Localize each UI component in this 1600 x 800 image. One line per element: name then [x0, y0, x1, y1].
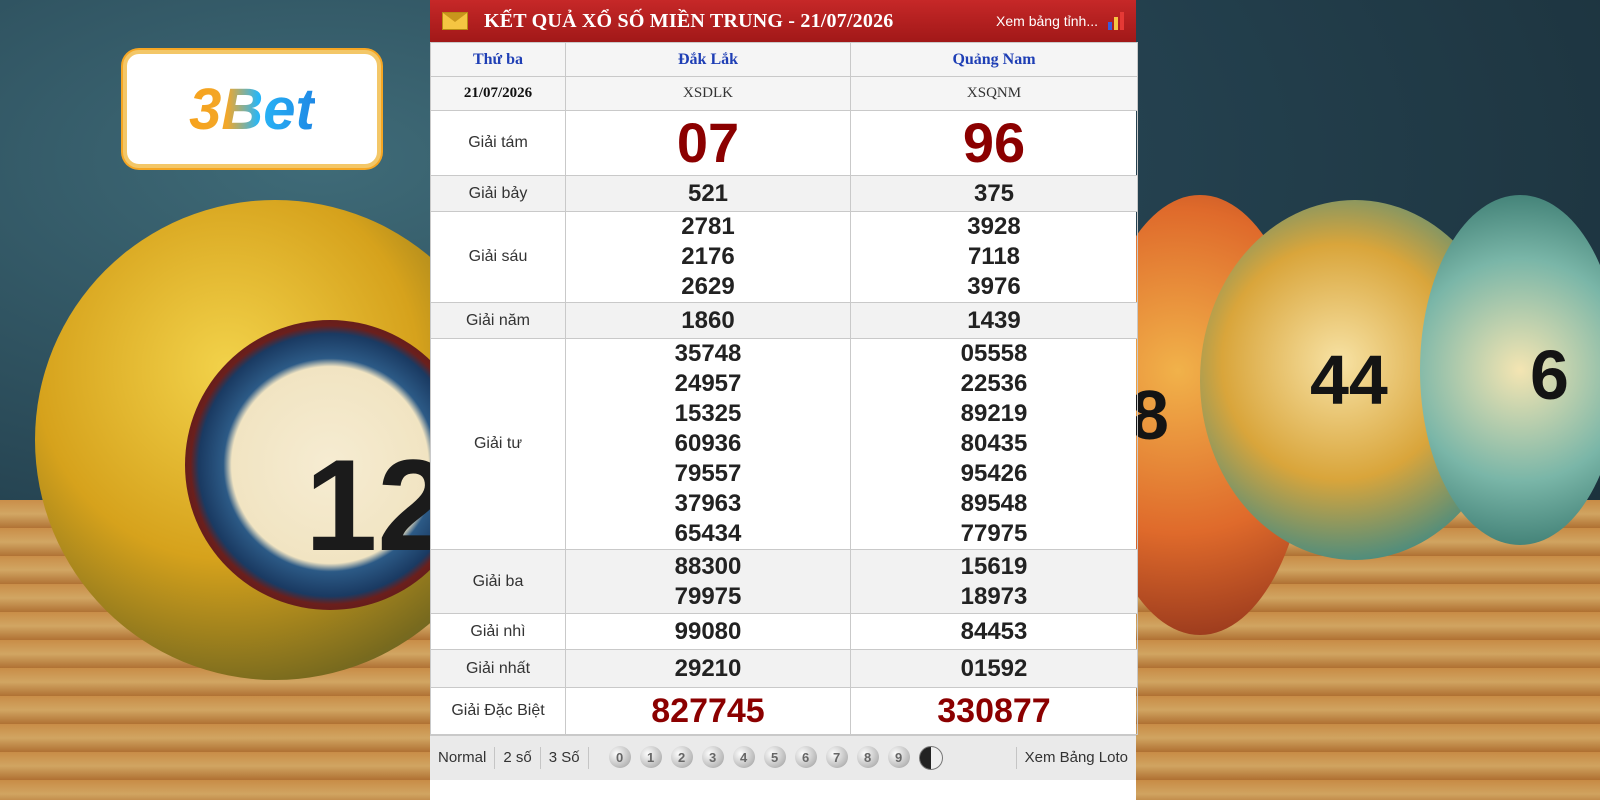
prize-values-cell: 88300 79975	[565, 549, 851, 614]
digit-filter: 0 1 2 3 4 5 6 7 8 9	[608, 746, 943, 770]
prize-value: 89219	[960, 400, 1028, 427]
prize-value: 05558	[960, 340, 1028, 367]
ball-number: 12	[305, 432, 450, 578]
digit-button-4[interactable]: 4	[732, 746, 755, 768]
prize-value: 22536	[960, 370, 1028, 397]
results-footer: Normal 2 số 3 Số 0 1 2 3 4 5 6 7 8 9 Xem…	[430, 735, 1136, 780]
digit-button-5[interactable]: 5	[763, 746, 786, 768]
prize-value: 1860	[565, 302, 851, 339]
prize-value: 96	[850, 110, 1138, 176]
mode-3-digits[interactable]: 3 Số	[541, 747, 589, 769]
digit-button-8[interactable]: 8	[856, 746, 879, 768]
digit-button-1[interactable]: 1	[639, 746, 662, 768]
results-title: KẾT QUẢ XỔ SỐ MIỀN TRUNG - 21/07/2026	[484, 9, 894, 32]
prize-value: 2629	[681, 273, 735, 300]
prize-value: 80435	[960, 430, 1028, 457]
ball-number: 44	[1310, 341, 1388, 419]
prize-value: 15325	[674, 400, 742, 427]
prize-value: 79975	[674, 582, 742, 610]
prize-value: 84453	[850, 613, 1138, 650]
date-cell: 21/07/2026	[430, 76, 566, 111]
prize-value: 95426	[960, 460, 1028, 487]
prize-value: 521	[565, 175, 851, 212]
prize-value: 3976	[967, 273, 1021, 300]
prize-values-cell: 3928 7118 3976	[850, 211, 1138, 303]
prize-value: 77975	[960, 520, 1028, 547]
digit-button-0[interactable]: 0	[608, 746, 631, 768]
envelope-icon	[442, 12, 468, 30]
prize-value: 60936	[674, 430, 742, 457]
yin-yang-icon[interactable]	[918, 746, 943, 770]
prize-value: 29210	[565, 649, 851, 688]
prize-value: 89548	[960, 490, 1028, 517]
prize-value: 01592	[850, 649, 1138, 688]
prize-value: 79557	[674, 460, 742, 487]
prize-label-g2: Giải nhì	[430, 613, 566, 650]
digit-button-6[interactable]: 6	[794, 746, 817, 768]
view-loto-link[interactable]: Xem Bảng Loto	[1015, 747, 1136, 769]
digit-button-3[interactable]: 3	[701, 746, 724, 768]
prize-label-g4: Giải tư	[430, 338, 566, 550]
special-prize-value: 330877	[850, 687, 1138, 735]
prize-label-g8: Giải tám	[430, 110, 566, 176]
brand-logo-text: 3Bet	[189, 76, 315, 142]
day-cell: Thứ ba	[430, 42, 566, 77]
prize-value: 375	[850, 175, 1138, 212]
digit-button-2[interactable]: 2	[670, 746, 693, 768]
special-prize-value: 827745	[565, 687, 851, 735]
digit-button-7[interactable]: 7	[825, 746, 848, 768]
mode-normal[interactable]: Normal	[430, 747, 496, 769]
prize-value: 07	[565, 110, 851, 176]
prize-label-g5: Giải năm	[430, 302, 566, 339]
mode-2-digits[interactable]: 2 số	[495, 747, 541, 769]
prize-values-cell: 35748 24957 15325 60936 79557 37963 6543…	[565, 338, 851, 550]
prize-value: 65434	[674, 520, 742, 547]
prize-value: 99080	[565, 613, 851, 650]
ball-number: 6	[1530, 336, 1569, 414]
prize-value: 1439	[850, 302, 1138, 339]
view-province-link[interactable]: Xem bảng tỉnh...	[996, 13, 1098, 29]
prize-value: 2176	[681, 243, 735, 270]
results-header: KẾT QUẢ XỔ SỐ MIỀN TRUNG - 21/07/2026 Xe…	[430, 0, 1136, 42]
prize-values-cell: 2781 2176 2629	[565, 211, 851, 303]
prize-values-cell: 05558 22536 89219 80435 95426 89548 7797…	[850, 338, 1138, 550]
prize-label-special: Giải Đặc Biệt	[430, 687, 566, 735]
brand-logo: 3Bet	[123, 50, 381, 168]
results-table: Thứ ba Đắk Lắk Quảng Nam 21/07/2026 XSDL…	[430, 42, 1138, 735]
prize-value: 7118	[967, 243, 1021, 270]
prize-value: 18973	[960, 582, 1028, 610]
prize-value: 3928	[967, 213, 1021, 240]
province-code: XSDLK	[565, 76, 851, 111]
digit-button-9[interactable]: 9	[887, 746, 910, 768]
province-name[interactable]: Đắk Lắk	[565, 42, 851, 77]
prize-label-g7: Giải bảy	[430, 175, 566, 212]
prize-label-g6: Giải sáu	[430, 211, 566, 303]
results-panel: KẾT QUẢ XỔ SỐ MIỀN TRUNG - 21/07/2026 Xe…	[430, 0, 1138, 800]
prize-value: 15619	[960, 552, 1028, 580]
prize-value: 24957	[674, 370, 742, 397]
prize-value: 88300	[674, 552, 742, 580]
province-name[interactable]: Quảng Nam	[850, 42, 1138, 77]
prize-label-g3: Giải ba	[430, 549, 566, 614]
bar-chart-icon[interactable]	[1108, 12, 1124, 30]
prize-values-cell: 15619 18973	[850, 549, 1138, 614]
prize-value: 2781	[681, 213, 735, 240]
prize-value: 35748	[674, 340, 742, 367]
province-code: XSQNM	[850, 76, 1138, 111]
prize-label-g1: Giải nhất	[430, 649, 566, 688]
prize-value: 37963	[674, 490, 742, 517]
